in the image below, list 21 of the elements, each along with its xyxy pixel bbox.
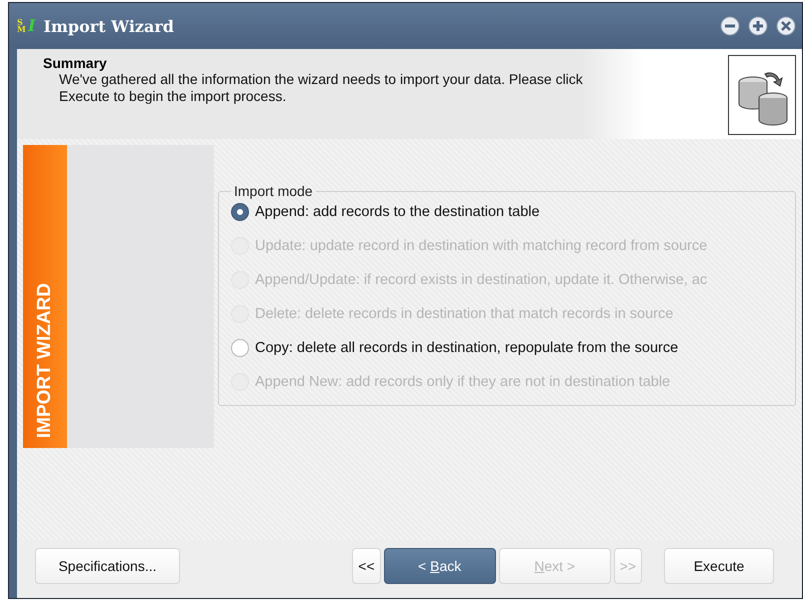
close-button[interactable] bbox=[776, 16, 796, 36]
specifications-button[interactable]: Specifications... bbox=[35, 548, 180, 584]
execute-button[interactable]: Execute bbox=[664, 548, 774, 584]
maximize-button[interactable] bbox=[748, 16, 768, 36]
minimize-button[interactable] bbox=[720, 16, 740, 36]
window-title: Import Wizard bbox=[43, 16, 175, 36]
option-label: Append: add records to the destination table bbox=[255, 204, 540, 220]
option-label: Copy: delete all records in destination, repopulate from the source bbox=[255, 340, 678, 356]
banner-label: IMPORT WIZARD bbox=[34, 282, 56, 438]
first-button[interactable]: << bbox=[352, 548, 381, 584]
option-label: Append/Update: if record exists in destination, update it. Otherwise, ac bbox=[255, 272, 708, 288]
back-button[interactable]: < Back bbox=[384, 548, 496, 584]
option-label: Delete: delete records in destination that match records in source bbox=[255, 306, 674, 322]
radio-button[interactable] bbox=[231, 203, 249, 221]
step-title: Summary bbox=[43, 55, 108, 71]
option-label: Append New: add records only if they are not in destination table bbox=[255, 374, 670, 390]
group-legend: Import mode bbox=[231, 183, 316, 199]
step-description: We've gathered all the information the wizard needs to import your data. Please click Execute to begin the import process. bbox=[58, 71, 584, 105]
database-transfer-icon bbox=[728, 55, 796, 135]
radio-button[interactable] bbox=[231, 339, 249, 357]
option-label: Update: update record in destination with matching record from source bbox=[255, 238, 708, 254]
